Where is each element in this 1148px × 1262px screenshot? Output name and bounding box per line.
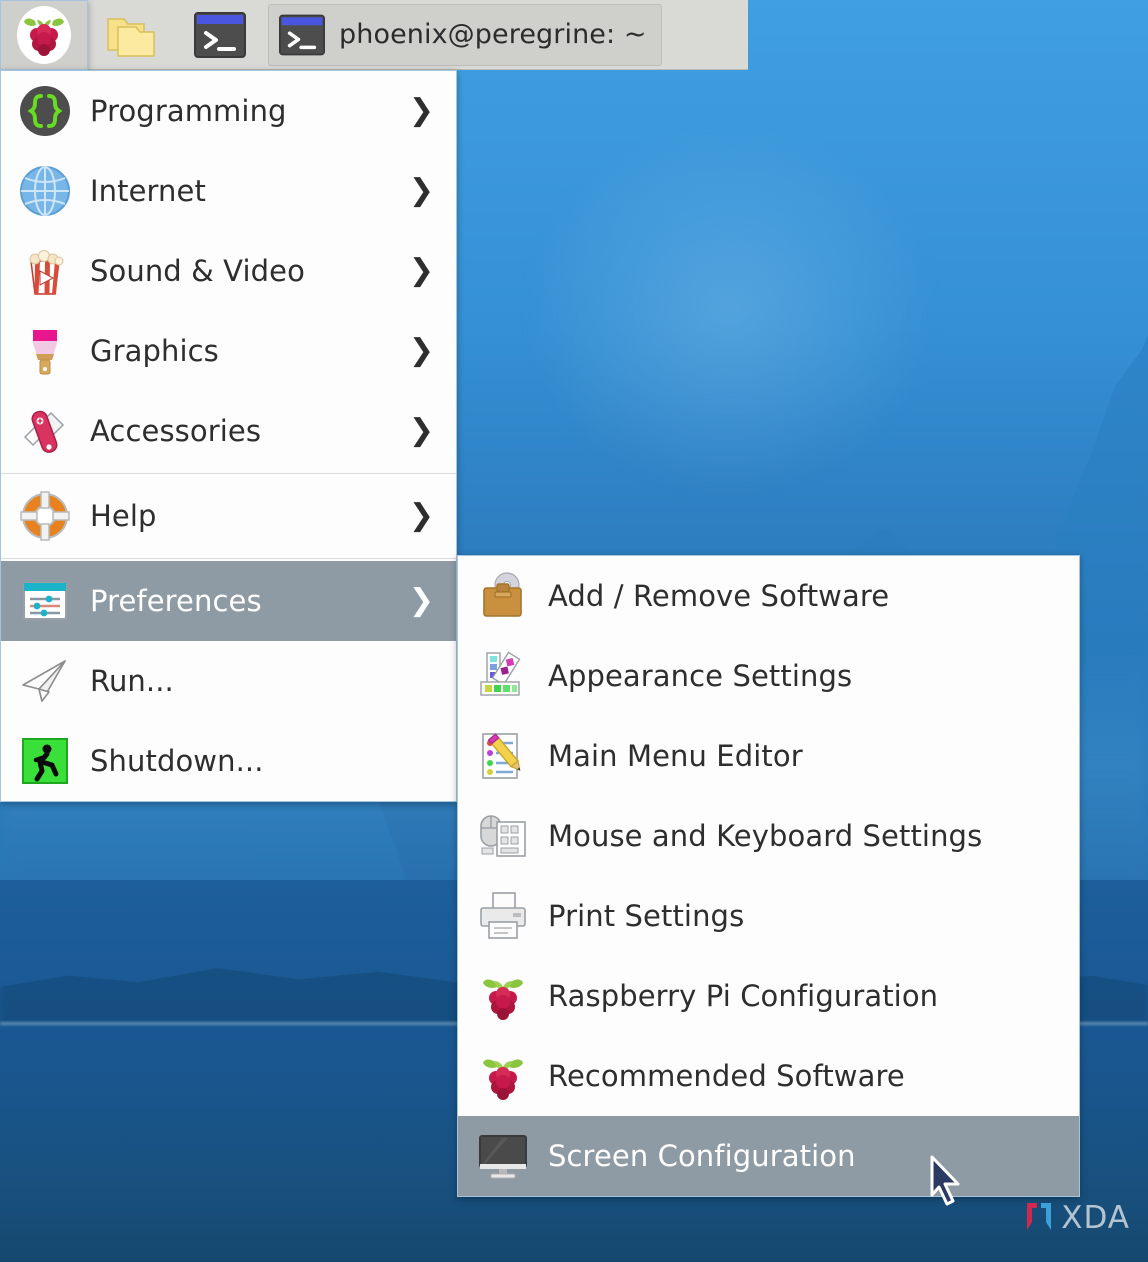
taskbar-window-button[interactable]: phoenix@peregrine: ~ — [268, 4, 662, 66]
xda-watermark: XDA — [1024, 1200, 1130, 1236]
chevron-right-icon: ❯ — [409, 176, 434, 206]
submenu-item-label: Raspberry Pi Configuration — [548, 979, 938, 1013]
menu-item-label: Shutdown... — [90, 744, 264, 778]
menu-item-sound-and-video[interactable]: Sound & Video ❯ — [1, 231, 456, 311]
chevron-right-icon: ❯ — [409, 416, 434, 446]
submenu-item-main-menu-editor[interactable]: Main Menu Editor — [458, 716, 1079, 796]
lifebuoy-icon — [14, 485, 76, 547]
swiss-knife-icon — [14, 400, 76, 462]
arrow-pointer-icon — [928, 1155, 968, 1209]
menu-item-label: Graphics — [90, 334, 219, 368]
exit-running-person-icon — [14, 730, 76, 792]
menu-item-label: Accessories — [90, 414, 261, 448]
submenu-item-mouse-keyboard-settings[interactable]: Mouse and Keyboard Settings — [458, 796, 1079, 876]
menu-item-shutdown[interactable]: Shutdown... — [1, 721, 456, 801]
menu-pencil-icon — [472, 725, 534, 787]
printer-icon — [472, 885, 534, 947]
preferences-submenu: Add / Remove Software — [457, 555, 1080, 1197]
mouse-cursor — [928, 1155, 968, 1213]
submenu-item-add-remove-software[interactable]: Add / Remove Software — [458, 556, 1079, 636]
menu-separator — [1, 473, 456, 474]
submenu-item-screen-configuration[interactable]: Screen Configuration — [458, 1116, 1079, 1196]
sliders-icon — [14, 570, 76, 632]
chevron-right-icon: ❯ — [409, 501, 434, 531]
submenu-item-label: Screen Configuration — [548, 1139, 856, 1173]
submenu-item-print-settings[interactable]: Print Settings — [458, 876, 1079, 956]
taskbar: phoenix@peregrine: ~ — [0, 0, 748, 70]
software-briefcase-icon — [472, 565, 534, 627]
submenu-item-label: Add / Remove Software — [548, 579, 889, 613]
xda-bracket-icon — [1024, 1201, 1054, 1235]
menu-item-label: Internet — [90, 174, 206, 208]
submenu-item-label: Appearance Settings — [548, 659, 852, 693]
submenu-item-appearance-settings[interactable]: Appearance Settings — [458, 636, 1079, 716]
menu-item-graphics[interactable]: Graphics ❯ — [1, 311, 456, 391]
file-manager-button[interactable] — [88, 0, 176, 70]
globe-icon — [14, 160, 76, 222]
menu-item-accessories[interactable]: Accessories ❯ — [1, 391, 456, 471]
chevron-right-icon: ❯ — [409, 256, 434, 286]
chevron-right-icon: ❯ — [409, 586, 434, 616]
popcorn-media-icon — [14, 240, 76, 302]
menu-separator — [1, 558, 456, 559]
raspberry-icon — [472, 965, 534, 1027]
menu-item-label: Programming — [90, 94, 287, 128]
submenu-item-label: Mouse and Keyboard Settings — [548, 819, 982, 853]
menu-item-label: Sound & Video — [90, 254, 305, 288]
menu-item-label: Preferences — [90, 584, 262, 618]
menu-item-internet[interactable]: Internet ❯ — [1, 151, 456, 231]
menu-item-preferences[interactable]: Preferences ❯ — [1, 561, 456, 641]
raspberry-icon — [13, 4, 75, 66]
menu-item-help[interactable]: Help ❯ — [1, 476, 456, 556]
submenu-item-label: Main Menu Editor — [548, 739, 803, 773]
terminal-icon — [277, 12, 327, 58]
paintbrush-icon — [14, 320, 76, 382]
chevron-right-icon: ❯ — [409, 96, 434, 126]
xda-watermark-text: XDA — [1061, 1200, 1130, 1236]
desktop-screen: phoenix@peregrine: ~ Programming ❯ — [0, 0, 1148, 1262]
main-application-menu: Programming ❯ Internet ❯ — [0, 70, 457, 802]
terminal-button[interactable] — [176, 0, 264, 70]
menu-item-programming[interactable]: Programming ❯ — [1, 71, 456, 151]
braces-icon — [14, 80, 76, 142]
submenu-item-raspberry-pi-configuration[interactable]: Raspberry Pi Configuration — [458, 956, 1079, 1036]
chevron-right-icon: ❯ — [409, 336, 434, 366]
folder-icon — [104, 7, 160, 63]
color-palette-icon — [472, 645, 534, 707]
menu-item-run[interactable]: Run... — [1, 641, 456, 721]
menu-item-label: Run... — [90, 664, 174, 698]
submenu-item-recommended-software[interactable]: Recommended Software — [458, 1036, 1079, 1116]
mouse-keyboard-icon — [472, 805, 534, 867]
submenu-item-label: Recommended Software — [548, 1059, 905, 1093]
terminal-icon — [192, 9, 248, 61]
raspberry-icon — [472, 1045, 534, 1107]
monitor-icon — [472, 1125, 534, 1187]
paper-plane-icon — [14, 650, 76, 712]
wallpaper-sun-glow — [520, 120, 940, 500]
submenu-item-label: Print Settings — [548, 899, 744, 933]
raspberry-menu-button[interactable] — [0, 0, 88, 70]
taskbar-window-title: phoenix@peregrine: ~ — [339, 19, 647, 50]
menu-item-label: Help — [90, 499, 157, 533]
